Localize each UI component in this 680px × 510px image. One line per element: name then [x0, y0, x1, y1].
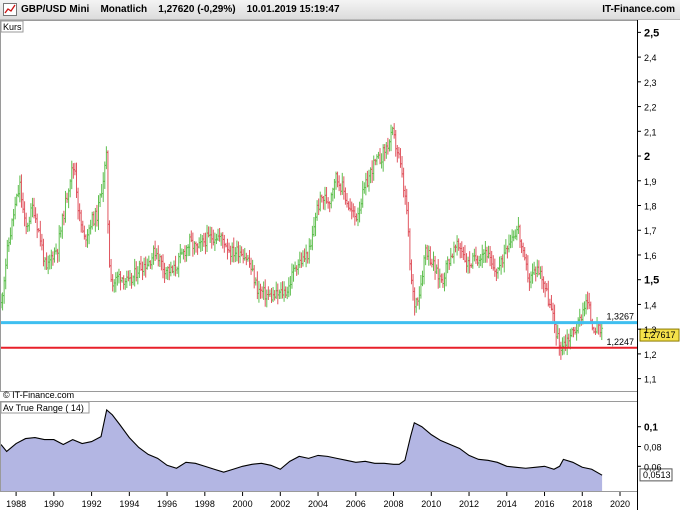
watermark: © IT-Finance.com — [3, 390, 74, 400]
x-tick-label: 2018 — [572, 499, 592, 509]
x-tick-label: 2008 — [384, 499, 404, 509]
chart-app-icon — [3, 3, 17, 16]
y-tick-label: 1,8 — [644, 202, 657, 212]
y-tick-label: 1,7 — [644, 226, 657, 236]
x-tick-label: 2004 — [308, 499, 328, 509]
x-tick-label: 1992 — [82, 499, 102, 509]
x-tick-label: 2006 — [346, 499, 366, 509]
x-tick-label: 2012 — [459, 499, 479, 509]
y-tick-label: 1,5 — [644, 275, 659, 287]
x-tick-label: 1990 — [44, 499, 64, 509]
level-label-red: 1,2247 — [606, 337, 634, 347]
x-tick-label: 1988 — [6, 499, 26, 509]
chart-area: 1,3267 1,2247 Kurs © IT-Finance.com Av T… — [0, 20, 680, 510]
y-tick-label: 1,3 — [644, 325, 657, 335]
y-tick-label: 2,5 — [644, 27, 659, 39]
x-tick-label: 2016 — [535, 499, 555, 509]
level-label-blue: 1,3267 — [606, 312, 634, 322]
x-tick-label: 2002 — [270, 499, 290, 509]
y-tick-label: 1,9 — [644, 177, 657, 187]
y-tick-label: 2,4 — [644, 53, 657, 63]
x-tick-label: 1996 — [157, 499, 177, 509]
x-tick-label: 2020 — [610, 499, 630, 509]
period-label: Monatlich — [100, 4, 148, 15]
atr-tick-label: 0,08 — [644, 443, 662, 453]
title-bar: GBP/USD Mini Monatlich 1,27620 (-0,29%) … — [0, 0, 680, 20]
y-tick-label: 2,2 — [644, 103, 657, 113]
atr-panel-label: Av True Range ( 14) — [3, 403, 84, 413]
x-tick-label: 2010 — [421, 499, 441, 509]
y-tick-label: 2 — [644, 151, 650, 163]
y-tick-label: 2,3 — [644, 78, 657, 88]
y-tick-label: 2,1 — [644, 127, 657, 137]
atr-tick-label: 0,06 — [644, 462, 662, 472]
x-tick-label: 2000 — [233, 499, 253, 509]
y-tick-label: 1,4 — [644, 300, 657, 310]
brand-label: IT-Finance.com — [602, 4, 675, 15]
x-tick-label: 2014 — [497, 499, 517, 509]
y-tick-label: 1,6 — [644, 251, 657, 261]
atr-tick-label: 0,1 — [644, 423, 658, 434]
price-panel-label: Kurs — [3, 22, 22, 32]
y-tick-label: 1,1 — [644, 375, 657, 385]
y-tick-label: 1,2 — [644, 350, 657, 360]
chart-header: GBP/USD Mini Monatlich 1,27620 (-0,29%) … — [21, 4, 340, 15]
last-price: 1,27620 (-0,29%) — [158, 4, 236, 15]
timestamp: 10.01.2019 15:19:47 — [246, 4, 340, 15]
x-tick-label: 1994 — [119, 499, 139, 509]
x-tick-label: 1998 — [195, 499, 215, 509]
instrument-name: GBP/USD Mini — [21, 4, 90, 15]
